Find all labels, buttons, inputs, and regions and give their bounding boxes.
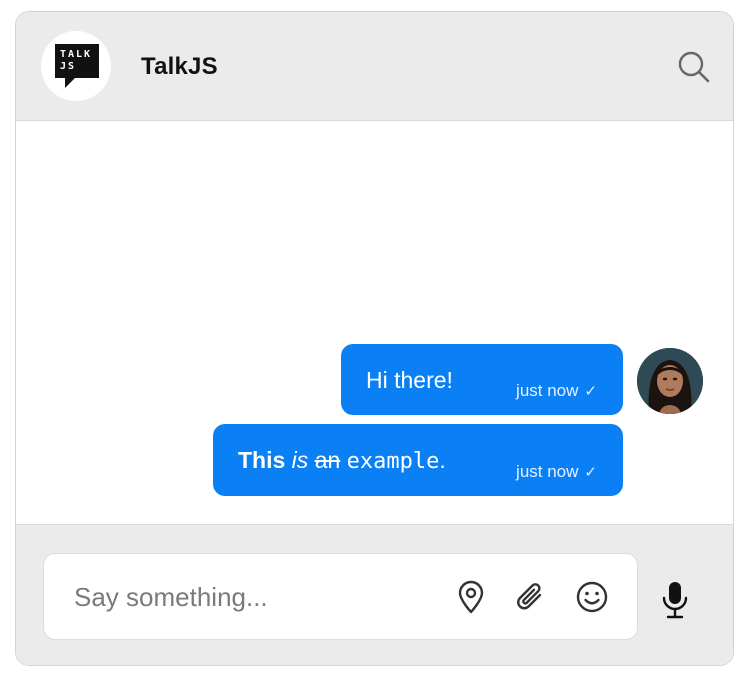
message-bubble[interactable]: Hi there! just now ✓: [341, 344, 623, 415]
chatbox: TALK JS TalkJS Hi there! just now ✓ This …: [15, 11, 734, 666]
message-text-strike: an: [314, 447, 341, 473]
microphone-icon[interactable]: [659, 580, 691, 620]
message-text-tail: .: [439, 447, 446, 473]
talkjs-logo-icon: TALK JS: [55, 44, 99, 88]
message-text-bold: This: [238, 447, 286, 473]
search-icon[interactable]: [677, 50, 711, 84]
location-pin-icon[interactable]: [453, 579, 489, 615]
message-text-italic: is: [291, 447, 309, 473]
smiley-icon[interactable]: [574, 579, 610, 615]
sender-avatar[interactable]: [637, 348, 703, 414]
avatar-photo: [637, 348, 703, 414]
message-timestamp: just now ✓: [516, 381, 597, 400]
message-text: Hi there!: [366, 367, 453, 393]
conversation-title: TalkJS: [141, 53, 218, 80]
checkmark-icon: ✓: [584, 464, 597, 481]
message-timestamp: just now ✓: [516, 462, 597, 481]
message-input-placeholder: Say something...: [74, 582, 268, 612]
composer: Say something...: [16, 524, 733, 665]
message-feed: Hi there! just now ✓ This is an example. …: [16, 121, 733, 524]
checkmark-icon: ✓: [584, 383, 597, 400]
paperclip-icon[interactable]: [513, 579, 549, 615]
logo-text-line2: JS: [60, 61, 76, 72]
chat-header: TALK JS TalkJS: [16, 12, 733, 121]
message-text-code: example: [346, 449, 440, 474]
message-input[interactable]: Say something...: [43, 553, 638, 640]
message-text: This is an example.: [238, 447, 446, 474]
conversation-avatar: TALK JS: [41, 31, 111, 101]
message-bubble[interactable]: This is an example. just now ✓: [213, 424, 623, 496]
logo-text-line1: TALK: [60, 49, 92, 60]
